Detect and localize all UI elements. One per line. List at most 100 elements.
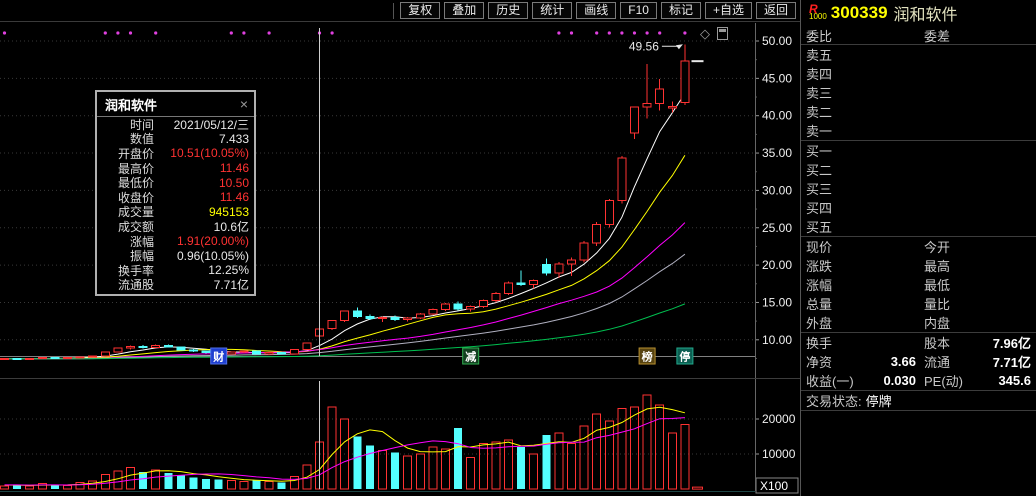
volume-bar [479, 444, 487, 490]
volume-bar [429, 447, 437, 489]
stock-code: 300339 [831, 3, 888, 23]
volume-bar [681, 424, 689, 489]
bid-row-5[interactable]: 买五 [801, 217, 1036, 236]
popup-row-float: 流通股7.71亿 [97, 278, 254, 295]
popup-row-change: 涨幅1.91(20.00%) [97, 234, 254, 249]
ask-row-3[interactable]: 卖三 [801, 83, 1036, 102]
svg-text:45.00: 45.00 [762, 71, 792, 85]
popup-row-value: 数值7.433 [97, 132, 254, 147]
candle [202, 351, 210, 352]
bid-row-1[interactable]: 买一 [801, 141, 1036, 160]
stock-title-bar: R 1000 300339 润和软件 [800, 0, 1036, 26]
candle [353, 311, 361, 317]
svg-text:财: 财 [212, 350, 224, 364]
stats-row-turnover-shares: 换手 股本7.96亿 [801, 333, 1036, 352]
adjust-price-button[interactable]: 复权 [400, 2, 440, 19]
bid-row-3[interactable]: 买三 [801, 179, 1036, 198]
volume-bar [190, 477, 198, 489]
quote-row-outer-inner: 外盘 内盘 [801, 313, 1036, 332]
candle [38, 358, 46, 359]
svg-text:40.00: 40.00 [762, 109, 792, 123]
back-button[interactable]: 返回 [756, 2, 796, 19]
stock-name: 润和软件 [894, 1, 958, 25]
svg-text:10.00: 10.00 [762, 333, 792, 347]
volume-bar [605, 421, 613, 489]
event-marker-减[interactable]: 减 [463, 348, 479, 364]
volume-bar [492, 442, 500, 489]
divider [801, 410, 1036, 411]
candle [442, 304, 450, 309]
volume-bar [442, 449, 450, 489]
volume-bar [366, 445, 374, 489]
candle [530, 280, 538, 284]
event-marker-榜[interactable]: 榜 [639, 348, 655, 364]
kline-info-popup: 润和软件 × 时间2021/05/12/三 数值7.433 开盘价10.51(1… [95, 90, 256, 296]
volume-bar [568, 444, 576, 490]
f10-button[interactable]: F10 [620, 2, 657, 19]
statistics-button[interactable]: 统计 [532, 2, 572, 19]
svg-text:35.00: 35.00 [762, 146, 792, 160]
overlay-button[interactable]: 叠加 [444, 2, 484, 19]
volume-bar [89, 481, 97, 489]
volume-bar [379, 451, 387, 490]
volume-bar [64, 486, 72, 490]
candle [391, 318, 399, 320]
svg-text:榜: 榜 [642, 350, 653, 364]
candle [580, 243, 588, 260]
ask-row-5[interactable]: 卖五 [801, 45, 1036, 64]
svg-text:30.00: 30.00 [762, 183, 792, 197]
candle [555, 264, 563, 273]
candle [492, 293, 500, 300]
popup-row-amount: 成交额10.6亿 [97, 219, 254, 234]
candle [618, 158, 626, 201]
volume-bar [404, 456, 412, 489]
candle [593, 224, 601, 243]
diamond-icon[interactable]: ◇ [700, 27, 710, 40]
bid-row-4[interactable]: 买四 [801, 198, 1036, 217]
history-button[interactable]: 历史 [488, 2, 528, 19]
ask-row-4[interactable]: 卖四 [801, 64, 1036, 83]
add-watchlist-button[interactable]: +自选 [705, 2, 752, 19]
candle [227, 352, 235, 354]
quote-row-pct-low: 涨幅 最低 [801, 275, 1036, 294]
candle [278, 353, 286, 354]
ask-row-2[interactable]: 卖二 [801, 102, 1036, 121]
candle [13, 358, 21, 359]
close-icon[interactable]: × [240, 96, 248, 112]
ask-row-1[interactable]: 卖一 [801, 121, 1036, 140]
svg-text:20.00: 20.00 [762, 258, 792, 272]
candle [542, 264, 550, 273]
candle [517, 283, 525, 284]
volume-bar [593, 414, 601, 489]
weicha-label: 委差 [924, 26, 984, 45]
event-marker-停[interactable]: 停 [677, 348, 693, 364]
candle [668, 106, 676, 108]
popup-title-bar[interactable]: 润和软件 × [97, 92, 254, 117]
mark-button[interactable]: 标记 [661, 2, 701, 19]
candle [479, 300, 487, 306]
draw-line-button[interactable]: 画线 [576, 2, 616, 19]
peak-annotation: 49.56 [629, 39, 683, 53]
volume-bar [290, 476, 298, 489]
volume-bar [38, 483, 46, 489]
event-marker-财[interactable]: 财 [211, 348, 227, 364]
popup-row-high: 最高价11.46 [97, 161, 254, 176]
limitup-dots-layer [3, 31, 687, 34]
candle [114, 348, 122, 352]
volume-bar [391, 452, 399, 489]
candle [1, 358, 9, 359]
window-icon[interactable] [717, 27, 728, 40]
volume-bar [580, 426, 588, 489]
svg-text:49.56: 49.56 [629, 39, 659, 53]
candle [253, 351, 261, 354]
quote-row-price-open: 现价 今开 [801, 237, 1036, 256]
bid-row-2[interactable]: 买二 [801, 160, 1036, 179]
candle [290, 350, 298, 354]
volume-bar [139, 472, 147, 489]
volume-bar [253, 481, 261, 489]
volume-bar [240, 482, 248, 489]
popup-row-close: 收盘价11.46 [97, 190, 254, 205]
volume-bar [26, 486, 34, 489]
candle [127, 346, 135, 348]
candle [467, 306, 475, 309]
